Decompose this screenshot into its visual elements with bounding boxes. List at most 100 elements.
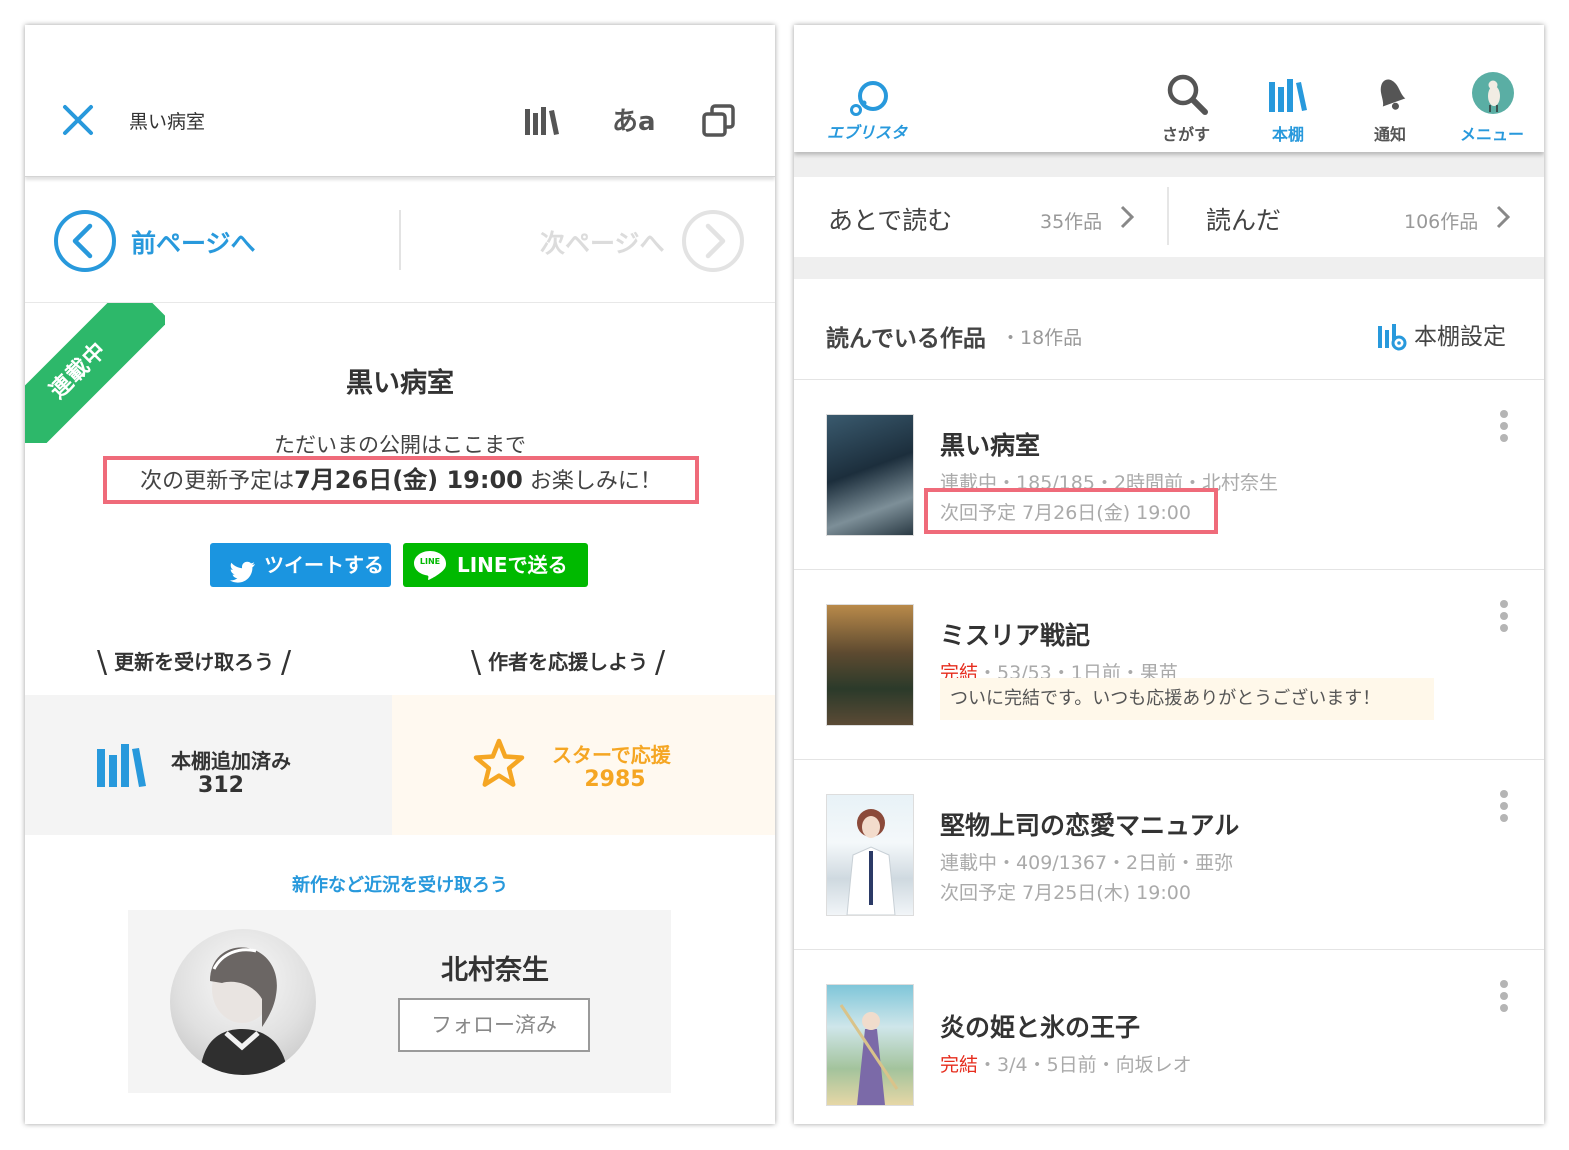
- cover-thumbnail: [826, 604, 914, 726]
- nav-home[interactable]: エブリスタ: [808, 25, 926, 152]
- more-options-icon[interactable]: [1498, 790, 1510, 830]
- author-name[interactable]: 北村奈生: [405, 948, 585, 987]
- avatar-icon: [1472, 72, 1514, 114]
- tweet-label: ツイートする: [264, 553, 384, 577]
- close-icon[interactable]: [61, 103, 95, 137]
- read-later-count: 35作品: [1040, 211, 1103, 233]
- next-update-suffix: お楽しみに！: [529, 469, 662, 494]
- bookshelf-item[interactable]: 黒い病室 連載中・185/185・2時間前・北村奈生 次回予定 7月26日(金)…: [794, 380, 1544, 570]
- slash-decoration: \: [471, 645, 482, 680]
- reading-history-row: あとで読む 35作品 読んだ 106作品: [794, 177, 1544, 257]
- item-title: 炎の姫と氷の王子: [940, 1013, 1141, 1042]
- work-viewer-panel: 黒い病室 あa 前ページへ 次ページへ 連載中 黒い病室 ただいまの公開はここま…: [25, 25, 775, 1124]
- reading-section-header: 読んでいる作品 ・18作品 本棚設定: [794, 279, 1544, 380]
- estar-logo-icon: [844, 77, 894, 117]
- tweet-button[interactable]: ツイートする: [210, 543, 391, 587]
- nav-notifications[interactable]: 通知: [1350, 25, 1430, 152]
- more-options-icon[interactable]: [1498, 600, 1510, 640]
- item-next-update: 次回予定 7月25日(木) 19:00: [940, 882, 1191, 904]
- font-size-icon[interactable]: あa: [612, 101, 656, 138]
- pager-divider: [399, 210, 401, 270]
- nav-bookshelf[interactable]: 本棚: [1248, 25, 1328, 152]
- star-icon: [472, 737, 526, 789]
- follow-button[interactable]: フォロー済み: [398, 998, 590, 1052]
- nav-search-label: さがす: [1161, 125, 1210, 144]
- support-author-label: 作者を応援しよう: [488, 650, 649, 674]
- slash-decoration: \: [97, 645, 108, 680]
- bookshelf-icon: [1268, 77, 1308, 113]
- item-meta-details: ・3/4・5日前・向坂レオ: [978, 1054, 1192, 1076]
- item-meta: 完結・3/4・5日前・向坂レオ: [940, 1050, 1192, 1077]
- bookshelf-added-button[interactable]: 本棚追加済み 312: [25, 695, 392, 835]
- twitter-bird-icon: [228, 554, 256, 583]
- section-divider: [794, 152, 1544, 177]
- search-icon: [1166, 73, 1208, 115]
- chevron-right-icon: [1496, 205, 1511, 229]
- next-update-notice: 次の更新予定は7月26日(金) 19:00 お楽しみに！: [103, 456, 699, 504]
- reading-section-count: ・18作品: [1001, 327, 1083, 349]
- star-support-button[interactable]: スターで応援 2985: [392, 695, 775, 835]
- support-author-heading: \ 作者を応援しよう /: [471, 645, 665, 680]
- line-logo-icon: LINE: [413, 549, 447, 581]
- highlight-box: [924, 488, 1218, 534]
- nav-menu[interactable]: メニュー: [1446, 25, 1538, 152]
- bookshelf-item[interactable]: 炎の姫と氷の王子 完結・3/4・5日前・向坂レオ: [794, 950, 1544, 1124]
- line-share-button[interactable]: LINE LINEで送る: [403, 543, 588, 587]
- item-status: 連載中: [940, 852, 998, 874]
- bell-icon: [1370, 73, 1412, 115]
- nav-bookshelf-label: 本棚: [1271, 125, 1304, 144]
- work-title: 黒い病室: [346, 368, 454, 399]
- item-status: 完結: [940, 1054, 979, 1076]
- cover-thumbnail: [826, 984, 914, 1106]
- item-title: ミスリア戦記: [940, 621, 1091, 650]
- copy-icon[interactable]: [701, 103, 737, 139]
- section-divider: [794, 257, 1544, 279]
- line-logo-text: LINE: [419, 557, 441, 566]
- bookshelf-icon[interactable]: [523, 105, 561, 137]
- chevron-right-icon: [1120, 205, 1135, 229]
- cover-thumbnail: [826, 794, 914, 916]
- bookshelf-panel: エブリスタ さがす 本棚 通知 メニュー あとで読む 35作品 読んだ 106作…: [794, 25, 1544, 1124]
- read-done-count: 106作品: [1404, 211, 1479, 233]
- author-avatar[interactable]: [170, 929, 316, 1075]
- next-page-icon[interactable]: [681, 209, 745, 273]
- more-options-icon[interactable]: [1498, 410, 1510, 450]
- receive-updates-label: 更新を受け取ろう: [114, 650, 275, 674]
- viewer-header: 黒い病室 あa: [25, 25, 775, 177]
- next-update-datetime: 7月26日(金) 19:00: [294, 466, 523, 494]
- more-options-icon[interactable]: [1498, 980, 1510, 1020]
- item-title: 黒い病室: [940, 431, 1041, 460]
- receive-updates-heading: \ 更新を受け取ろう /: [97, 645, 291, 680]
- read-later-link[interactable]: あとで読む 35作品: [794, 177, 1166, 257]
- bookshelf-item[interactable]: 堅物上司の恋愛マニュアル 連載中・409/1367・2日前・亜弥 次回予定 7月…: [794, 760, 1544, 950]
- line-share-label: LINEで送る: [457, 553, 568, 577]
- item-title: 堅物上司の恋愛マニュアル: [940, 811, 1240, 840]
- read-done-label: 読んだ: [1206, 206, 1282, 235]
- slash-decoration: /: [281, 645, 292, 680]
- item-meta: 連載中・409/1367・2日前・亜弥: [940, 848, 1233, 875]
- nav-search[interactable]: さがす: [1146, 25, 1226, 152]
- author-news-link[interactable]: 新作など近況を受け取ろう: [25, 871, 775, 897]
- read-done-link[interactable]: 読んだ 106作品: [1170, 177, 1544, 257]
- next-update-prefix: 次の更新予定は: [140, 469, 295, 494]
- header-title: 黒い病室: [129, 111, 206, 133]
- publication-status: ただいまの公開はここまで: [274, 433, 526, 457]
- item-meta-details: ・409/1367・2日前・亜弥: [997, 852, 1234, 874]
- star-support-label: スターで応援: [552, 743, 671, 767]
- bookshelf-added-label: 本棚追加済み: [171, 749, 291, 773]
- cover-thumbnail: [826, 414, 914, 536]
- star-support-count: 2985: [584, 767, 646, 792]
- slash-decoration: /: [655, 645, 666, 680]
- pager: 前ページへ 次ページへ: [25, 178, 775, 303]
- bookshelf-icon: [95, 741, 147, 789]
- bookshelf-settings-icon[interactable]: [1377, 323, 1407, 351]
- bookshelf-settings-button[interactable]: 本棚設定: [1414, 317, 1506, 351]
- author-note: ついに完結です。いつも応援ありがとうございます！: [940, 678, 1434, 720]
- prev-page-icon[interactable]: [53, 209, 117, 273]
- bookshelf-item[interactable]: ミスリア戦記 完結・53/53・1日前・果苗 ついに完結です。いつも応援ありがと…: [794, 570, 1544, 760]
- row-divider: [1167, 187, 1169, 245]
- prev-page-button[interactable]: 前ページへ: [131, 224, 256, 260]
- read-later-label: あとで読む: [828, 206, 953, 235]
- next-page-button[interactable]: 次ページへ: [540, 224, 665, 260]
- nav-notifications-label: 通知: [1373, 125, 1406, 144]
